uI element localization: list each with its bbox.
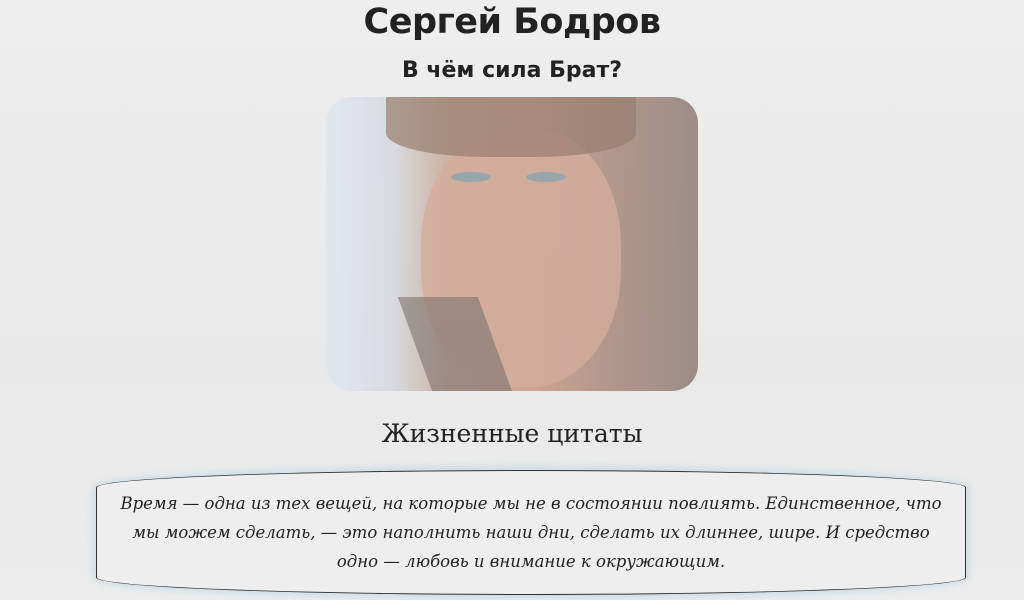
photo-hair [386,97,636,157]
photo-eye [451,172,491,182]
quote-text: Время — одна из тех вещей, на которые мы… [120,494,942,571]
page-title: Сергей Бодров [363,2,661,42]
photo-eye [526,172,566,182]
quotes-heading: Жизненные цитаты [381,419,643,448]
quote-box: Время — одна из тех вещей, на которые мы… [96,470,966,595]
page-subtitle: В чём сила Брат? [401,58,623,83]
portrait-photo [326,97,698,391]
